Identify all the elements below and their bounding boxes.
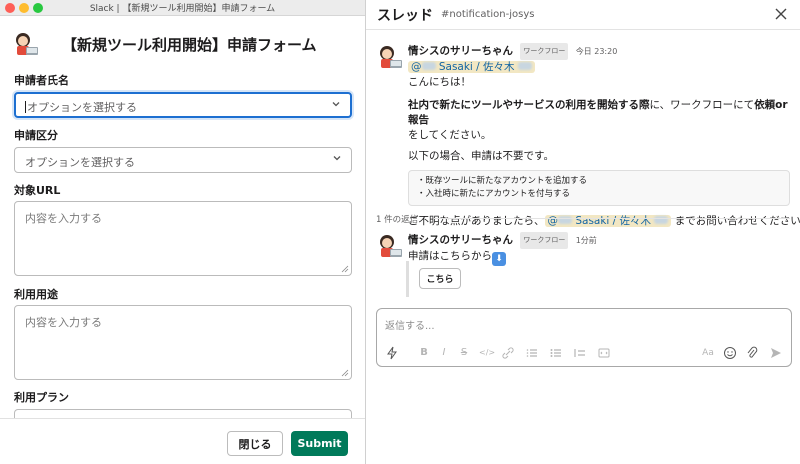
modal-header: 【新規ツール利用開始】申請フォーム — [12, 28, 355, 60]
thread-title: スレッド — [377, 7, 433, 24]
close-button[interactable]: 閉じる — [227, 431, 283, 456]
reply-composer[interactable]: 返信する... B I S </> Aa — [376, 308, 792, 367]
user-mention[interactable]: @ Sasaki / 佐々木 — [544, 215, 672, 227]
sender-name[interactable]: 情シスのサリーちゃん — [408, 234, 513, 246]
shortcuts-lightning-icon[interactable] — [385, 346, 399, 360]
sender-avatar[interactable] — [376, 43, 404, 71]
window-titlebar: Slack | 【新規ツール利用開始】申請フォーム — [0, 0, 365, 16]
modal-window: Slack | 【新規ツール利用開始】申請フォーム 【新規ツール利用開始】申請フ… — [0, 0, 366, 464]
composer-placeholder: 返信する... — [385, 321, 435, 332]
bold-icon[interactable]: B — [417, 346, 431, 360]
field-label-application-type: 申請区分 — [14, 129, 58, 142]
field-label-target-url: 対象URL — [14, 184, 61, 197]
textarea-placeholder: 内容を入力する — [25, 316, 102, 329]
bot-avatar — [12, 30, 40, 58]
submit-button[interactable]: Submit — [291, 431, 348, 456]
field-label-usage-purpose: 利用用途 — [14, 288, 58, 301]
chevron-down-icon — [333, 156, 341, 161]
exception-text: 以下の場合、申請は不要です。 — [408, 150, 554, 162]
text-format-icon[interactable]: Aa — [701, 346, 715, 360]
sender-avatar[interactable] — [376, 232, 404, 260]
ordered-list-icon[interactable] — [525, 346, 539, 360]
thread-channel[interactable]: #notification-josys — [441, 9, 534, 20]
code-block-icon[interactable] — [597, 346, 611, 360]
open-form-button[interactable]: こちら — [419, 268, 461, 289]
field-label-applicant-name: 申請者氏名 — [14, 74, 69, 87]
window-title: Slack | 【新規ツール利用開始】申請フォーム — [89, 4, 276, 14]
replies-count: 1 件の返信 — [376, 215, 419, 225]
modal-footer: 閉じる Submit — [0, 418, 365, 464]
send-icon[interactable] — [769, 346, 783, 360]
thread-message: 情シスのサリーちゃん ワークフロー 今日 23:20 @ Sasaki / 佐々… — [376, 43, 800, 227]
link-icon[interactable] — [501, 346, 515, 360]
select-placeholder: オプションを選択する — [25, 156, 135, 169]
replies-divider — [434, 218, 790, 219]
application-type-select[interactable]: オプションを選択する — [14, 147, 352, 173]
text-caret — [25, 101, 26, 113]
closing-text: ご不明な点がありましたら、 @ Sasaki / 佐々木 までお問い合わせください… — [408, 215, 800, 227]
emoji-icon[interactable] — [723, 346, 737, 360]
message-time[interactable]: 今日 23:20 — [576, 47, 618, 56]
thread-header: スレッド #notification-josys — [366, 0, 800, 30]
exception-quote: ・既存ツールに新たなアカウントを追加する ・入社時に新たにアカウントを付与する — [408, 170, 790, 206]
italic-icon[interactable]: I — [437, 346, 451, 360]
workflow-badge: ワークフロー — [520, 232, 569, 249]
applicant-name-select[interactable]: オプションを選択する — [14, 92, 352, 118]
target-url-textarea[interactable]: 内容を入力する — [14, 201, 352, 276]
quote-block-icon[interactable] — [573, 346, 587, 360]
thread-pane: スレッド #notification-josys 情シスのサリーちゃん ワークフ… — [366, 0, 800, 464]
greeting-text: こんにちは！ — [408, 76, 471, 88]
workflow-badge: ワークフロー — [520, 43, 569, 60]
resize-grip-icon[interactable] — [341, 369, 349, 377]
message-time[interactable]: 1分前 — [576, 236, 597, 245]
code-icon[interactable]: </> — [479, 346, 495, 360]
select-placeholder: オプションを選択する — [27, 101, 137, 114]
user-mention[interactable]: @ Sasaki / 佐々木 — [408, 61, 535, 73]
textarea-placeholder: 内容を入力する — [25, 212, 102, 225]
sender-name[interactable]: 情シスのサリーちゃん — [408, 45, 513, 57]
modal-title: 【新規ツール利用開始】申請フォーム — [62, 35, 317, 54]
instruction-text: 社内で新たにツールやサービスの利用を開始する際に、ワークフローにて依頼or報告を… — [408, 99, 788, 141]
attachment-icon[interactable] — [745, 346, 759, 360]
bullet-list-icon[interactable] — [549, 346, 563, 360]
resize-grip-icon[interactable] — [341, 265, 349, 273]
workflow-attachment: こちら — [406, 261, 506, 297]
message-body: 情シスのサリーちゃん ワークフロー 今日 23:20 @ Sasaki / 佐々… — [408, 43, 800, 229]
chevron-down-icon — [332, 102, 340, 107]
strikethrough-icon[interactable]: S — [457, 346, 471, 360]
field-label-usage-plan: 利用プラン — [14, 391, 69, 404]
close-icon[interactable] — [774, 7, 788, 21]
usage-purpose-textarea[interactable]: 内容を入力する — [14, 305, 352, 380]
composer-toolbar: B I S </> Aa — [385, 346, 783, 360]
